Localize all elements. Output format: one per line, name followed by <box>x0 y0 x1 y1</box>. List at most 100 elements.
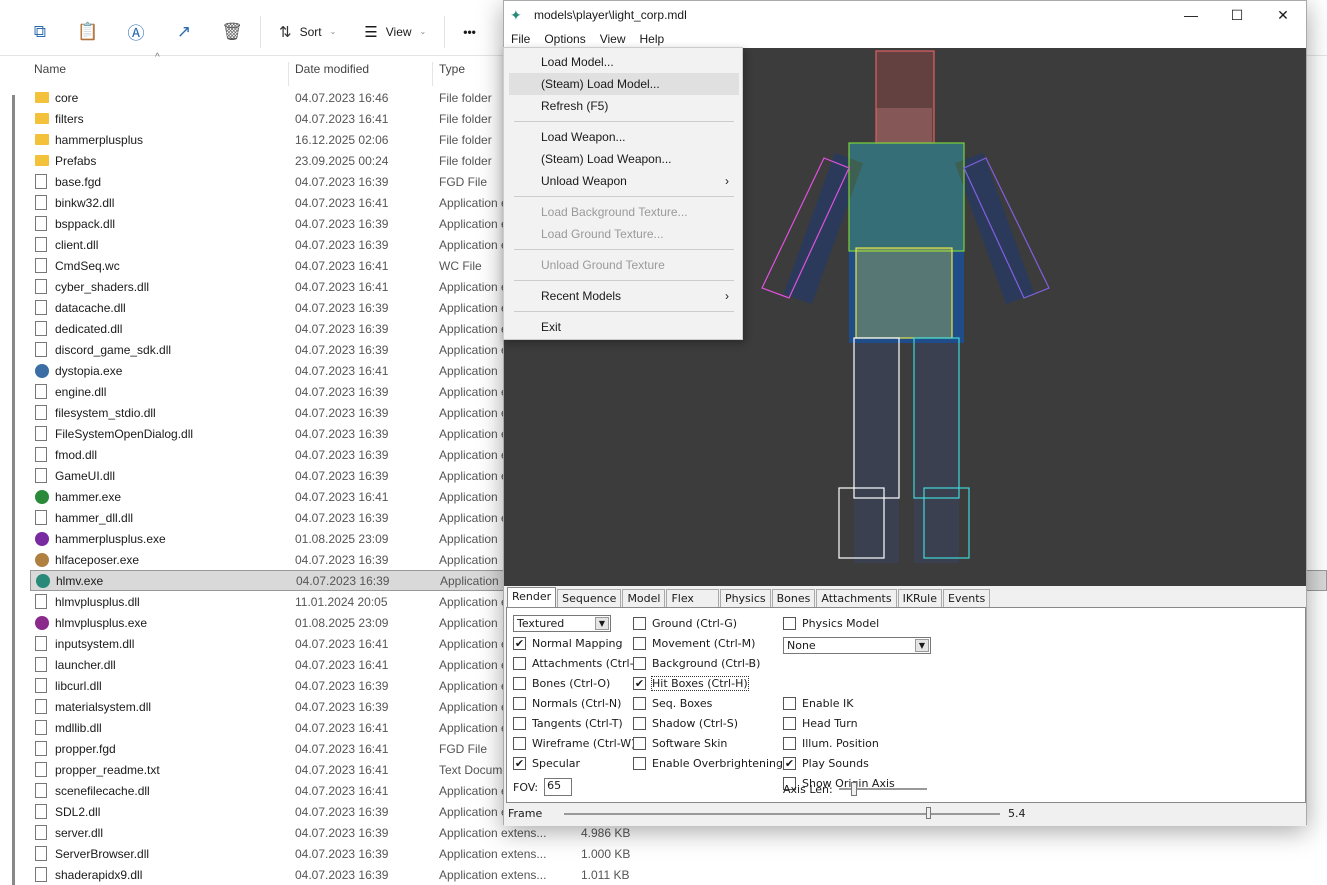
tab-model[interactable]: Model <box>622 589 666 607</box>
menu-item-label: (Steam) Load Model... <box>541 77 660 91</box>
file-row[interactable]: ServerBrowser.dll 04.07.2023 16:39 Applica… <box>30 843 1327 864</box>
checkbox-box[interactable] <box>633 657 646 670</box>
file-type: Application <box>439 552 498 567</box>
checkbox[interactable]: ✔ Normal Mapping <box>513 637 623 650</box>
menu-view[interactable]: View <box>593 32 633 46</box>
tab-physics[interactable]: Physics <box>719 589 771 607</box>
dropdown-arrow-icon: ▼ <box>915 639 929 652</box>
checkbox-box[interactable] <box>633 697 646 710</box>
checkbox-box[interactable] <box>783 737 796 750</box>
checkbox-box[interactable] <box>513 657 526 670</box>
axis-len-slider[interactable] <box>838 782 927 796</box>
fov-input[interactable]: 65 <box>544 778 573 796</box>
menu-item[interactable]: Load Model... <box>509 51 739 73</box>
tab-sequence[interactable]: Sequence <box>557 589 622 607</box>
checkbox-box[interactable] <box>633 737 646 750</box>
column-type[interactable]: Type <box>439 62 465 76</box>
file-name: libcurl.dll <box>55 678 102 693</box>
menu-item[interactable]: Recent Models › <box>509 285 739 307</box>
column-name[interactable]: Name <box>34 62 66 76</box>
tab-events[interactable]: Events <box>943 589 991 607</box>
file-date: 04.07.2023 16:41 <box>295 741 389 756</box>
maximize-button[interactable]: ☐ <box>1214 1 1260 29</box>
checkbox-box[interactable] <box>633 617 646 630</box>
checkmark-icon[interactable]: ✔ <box>783 757 796 770</box>
checkbox[interactable]: Enable Overbrightening <box>633 757 783 770</box>
file-date: 04.07.2023 16:41 <box>295 720 389 735</box>
checkbox[interactable]: Ground (Ctrl-G) <box>633 617 737 630</box>
checkmark-icon[interactable]: ✔ <box>513 637 526 650</box>
checkbox[interactable]: Physics Model <box>783 617 879 630</box>
file-name: launcher.dll <box>55 657 116 672</box>
file-name: server.dll <box>55 825 104 840</box>
file-row[interactable]: shaderapidx9.dll 04.07.2023 16:39 Applicat… <box>30 864 1327 885</box>
checkbox[interactable]: Normals (Ctrl-N) <box>513 697 621 710</box>
checkbox[interactable]: Tangents (Ctrl-T) <box>513 717 623 730</box>
view-button[interactable]: ☰ View ⌄ <box>350 14 440 50</box>
tab-bones[interactable]: Bones <box>771 589 816 607</box>
checkbox[interactable]: Software Skin <box>633 737 727 750</box>
checkbox[interactable]: Bones (Ctrl-O) <box>513 677 610 690</box>
menu-item[interactable]: (Steam) Load Model... <box>509 73 739 95</box>
checkbox[interactable]: Illum. Position <box>783 737 879 750</box>
checkbox-label: Hit Boxes (Ctrl-H) <box>651 676 749 691</box>
more-button[interactable]: ••• <box>449 14 490 50</box>
checkbox-box[interactable] <box>513 677 526 690</box>
checkbox-box[interactable] <box>513 737 526 750</box>
delete-icon[interactable]: 🗑 <box>208 14 256 50</box>
checkbox[interactable]: Enable IK <box>783 697 853 710</box>
copy-icon[interactable]: ⧉ <box>16 14 64 50</box>
checkbox[interactable]: Head Turn <box>783 717 858 730</box>
menu-help[interactable]: Help <box>633 32 672 46</box>
checkbox[interactable]: Movement (Ctrl-M) <box>633 637 755 650</box>
scrollbar[interactable] <box>12 95 15 885</box>
menu-options[interactable]: Options <box>537 32 592 46</box>
checkbox[interactable]: Shadow (Ctrl-S) <box>633 717 738 730</box>
checkbox-box[interactable] <box>633 717 646 730</box>
menu-item[interactable]: Exit <box>509 316 739 338</box>
checkbox[interactable]: Background (Ctrl-B) <box>633 657 760 670</box>
paste-icon[interactable]: 📋 <box>64 14 112 50</box>
checkbox[interactable]: Seq. Boxes <box>633 697 712 710</box>
checkbox-box[interactable] <box>633 637 646 650</box>
checkbox-box[interactable] <box>783 617 796 630</box>
file-date: 04.07.2023 16:39 <box>295 510 389 525</box>
tab-attachments[interactable]: Attachments <box>816 589 897 607</box>
checkbox-box[interactable] <box>633 757 646 770</box>
menu-item[interactable]: Load Weapon... <box>509 126 739 148</box>
close-button[interactable]: ✕ <box>1260 1 1306 29</box>
column-divider[interactable] <box>288 62 289 86</box>
minimize-button[interactable]: — <box>1168 1 1214 29</box>
tab-ikrule[interactable]: IKRule <box>897 589 942 607</box>
checkmark-icon[interactable]: ✔ <box>513 757 526 770</box>
rename-icon[interactable]: Ⓐ <box>112 14 160 50</box>
checkbox[interactable]: Wireframe (Ctrl-W) <box>513 737 635 750</box>
tab-render[interactable]: Render <box>507 587 557 608</box>
menu-item[interactable]: (Steam) Load Weapon... <box>509 148 739 170</box>
file-date: 04.07.2023 16:41 <box>295 195 389 210</box>
checkbox-box[interactable] <box>513 717 526 730</box>
checkbox[interactable]: ✔ Hit Boxes (Ctrl-H) <box>633 676 749 691</box>
physics-select[interactable]: None ▼ <box>783 637 931 654</box>
checkbox-box[interactable] <box>513 697 526 710</box>
menu-item[interactable]: Unload Weapon › <box>509 170 739 192</box>
file-name: hammer_dll.dll <box>55 510 134 525</box>
share-icon[interactable]: ↗ <box>160 14 208 50</box>
menu-item-label: Unload Ground Texture <box>541 258 665 272</box>
menu-file[interactable]: File <box>504 32 537 46</box>
render-mode-select[interactable]: Textured ▼ <box>513 615 611 632</box>
file-date: 01.08.2025 23:09 <box>295 615 389 630</box>
checkbox[interactable]: ✔ Play Sounds <box>783 757 869 770</box>
sort-button[interactable]: ⇅ Sort ⌄ <box>265 14 350 50</box>
checkbox[interactable]: ✔ Specular <box>513 757 580 770</box>
column-divider[interactable] <box>432 62 433 86</box>
menu-item[interactable]: Refresh (F5) <box>509 95 739 117</box>
checkbox-box[interactable] <box>783 717 796 730</box>
frame-slider[interactable] <box>564 807 1000 823</box>
column-date[interactable]: Date modified <box>295 62 369 76</box>
tab-flex[interactable]: Flex <box>666 589 719 607</box>
checkbox[interactable]: Attachments (Ctrl-A) <box>513 657 645 670</box>
file-name: discord_game_sdk.dll <box>55 342 172 357</box>
checkbox-box[interactable] <box>783 697 796 710</box>
checkmark-icon[interactable]: ✔ <box>633 677 646 690</box>
